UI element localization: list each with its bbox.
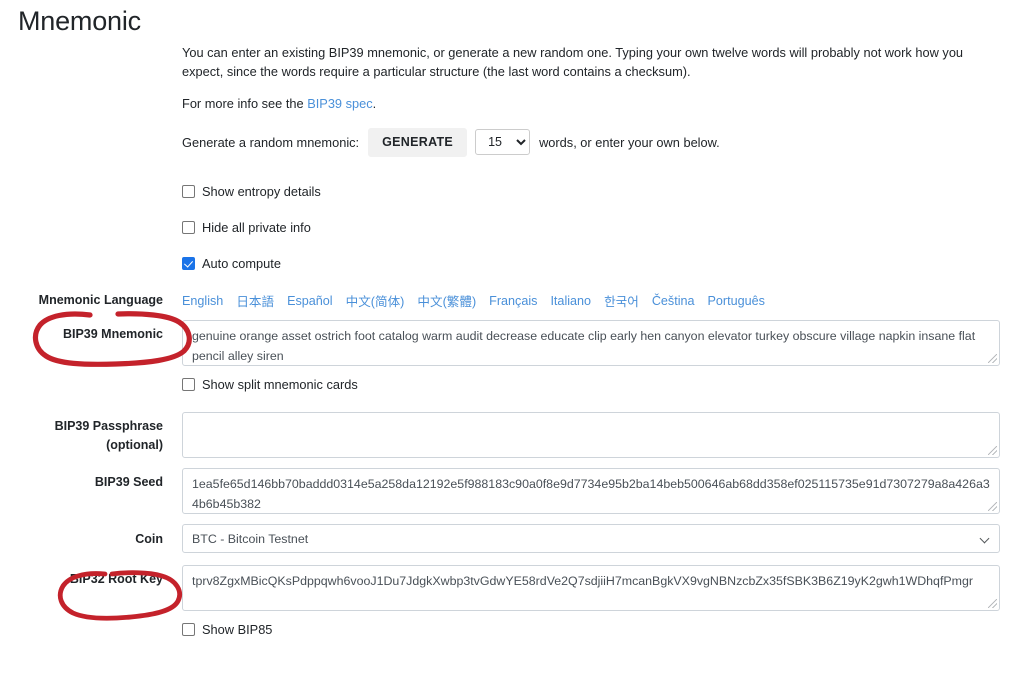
intro-paragraph-1: You can enter an existing BIP39 mnemonic… bbox=[182, 45, 964, 80]
hide-all-private-info-checkbox[interactable] bbox=[182, 220, 195, 234]
show-split-mnemonic-cards-label[interactable]: Show split mnemonic cards bbox=[202, 377, 358, 392]
generate-suffix-text: words, or enter your own below. bbox=[539, 134, 720, 150]
bip39-passphrase-row: BIP39 Passphrase (optional) bbox=[0, 412, 1024, 459]
show-entropy-details-label[interactable]: Show entropy details bbox=[202, 184, 321, 199]
intro-paragraph-2-suffix: . bbox=[372, 95, 377, 111]
hide-all-private-info-label[interactable]: Hide all private info bbox=[202, 220, 311, 235]
mnemonic-language-label: Mnemonic Language bbox=[38, 293, 163, 308]
language-link-english[interactable]: English bbox=[182, 294, 223, 308]
auto-compute-label[interactable]: Auto compute bbox=[202, 256, 281, 271]
bip39-spec-link[interactable]: BIP39 spec bbox=[307, 96, 372, 111]
auto-compute-checkbox[interactable] bbox=[182, 256, 195, 270]
bip39-mnemonic-input[interactable] bbox=[182, 320, 1000, 367]
language-link-chinese-simplified[interactable]: 中文(简体) bbox=[346, 291, 405, 310]
language-link-portuguese[interactable]: Português bbox=[708, 294, 765, 308]
coin-row: Coin BTC - Bitcoin Testnet bbox=[0, 524, 1024, 554]
language-link-chinese-traditional[interactable]: 中文(繁體) bbox=[417, 291, 476, 310]
intro-paragraph-2: For more info see the BIP39 spec. bbox=[182, 94, 982, 113]
generate-row: Generate a random mnemonic: GENERATE 15 … bbox=[182, 127, 1000, 157]
coin-label: Coin bbox=[135, 532, 163, 547]
mnemonic-form: You can enter an existing BIP39 mnemonic… bbox=[0, 37, 1024, 647]
show-entropy-details-checkbox[interactable] bbox=[182, 184, 195, 198]
intro-text-block: You can enter an existing BIP39 mnemonic… bbox=[182, 37, 1000, 113]
language-link-czech[interactable]: Čeština bbox=[652, 294, 695, 308]
mnemonic-language-row: Mnemonic Language English 日本語 Español 中文… bbox=[0, 291, 1024, 310]
bip39-passphrase-input[interactable] bbox=[182, 412, 1000, 459]
bip32-root-key-input[interactable] bbox=[182, 565, 1000, 612]
page-title: Mnemonic bbox=[18, 6, 141, 36]
language-link-italian[interactable]: Italiano bbox=[550, 294, 591, 308]
language-link-korean[interactable]: 한국어 bbox=[604, 291, 639, 310]
bip39-seed-label: BIP39 Seed bbox=[94, 475, 163, 490]
option-row-hide-all-private-info[interactable]: Hide all private info bbox=[182, 209, 1024, 245]
show-bip85-label[interactable]: Show BIP85 bbox=[202, 622, 272, 637]
bip39-mnemonic-row: BIP39 Mnemonic bbox=[0, 320, 1024, 367]
show-bip85-checkbox[interactable] bbox=[182, 622, 195, 636]
bip39-seed-row: BIP39 Seed bbox=[0, 468, 1024, 515]
coin-select[interactable]: BTC - Bitcoin Testnet bbox=[182, 524, 1000, 554]
bip39-seed-input[interactable] bbox=[182, 468, 1000, 515]
word-count-select[interactable]: 15 bbox=[475, 129, 531, 156]
show-split-mnemonic-cards-checkbox[interactable] bbox=[182, 377, 195, 391]
option-row-show-entropy-details[interactable]: Show entropy details bbox=[182, 173, 1024, 209]
option-row-show-bip85[interactable]: Show BIP85 bbox=[182, 611, 1024, 647]
option-row-show-split-mnemonic-cards[interactable]: Show split mnemonic cards bbox=[182, 366, 1024, 402]
bip39-passphrase-label-optional: (optional) bbox=[106, 438, 163, 453]
option-row-auto-compute[interactable]: Auto compute bbox=[182, 245, 1024, 281]
bip32-root-key-row: BIP32 Root Key bbox=[0, 565, 1024, 612]
language-link-japanese[interactable]: 日本語 bbox=[236, 291, 274, 310]
intro-paragraph-2-prefix: For more info see the bbox=[182, 95, 308, 111]
bip39-mnemonic-label: BIP39 Mnemonic bbox=[62, 327, 163, 342]
language-link-spanish[interactable]: Español bbox=[287, 294, 333, 308]
bip32-root-key-label: BIP32 Root Key bbox=[69, 572, 163, 587]
mnemonic-language-list: English 日本語 Español 中文(简体) 中文(繁體) França… bbox=[182, 291, 1000, 310]
bip39-passphrase-label: BIP39 Passphrase bbox=[54, 419, 163, 434]
generate-button[interactable]: GENERATE bbox=[368, 128, 468, 157]
language-link-french[interactable]: Français bbox=[489, 294, 537, 308]
generate-label: Generate a random mnemonic: bbox=[182, 134, 360, 150]
